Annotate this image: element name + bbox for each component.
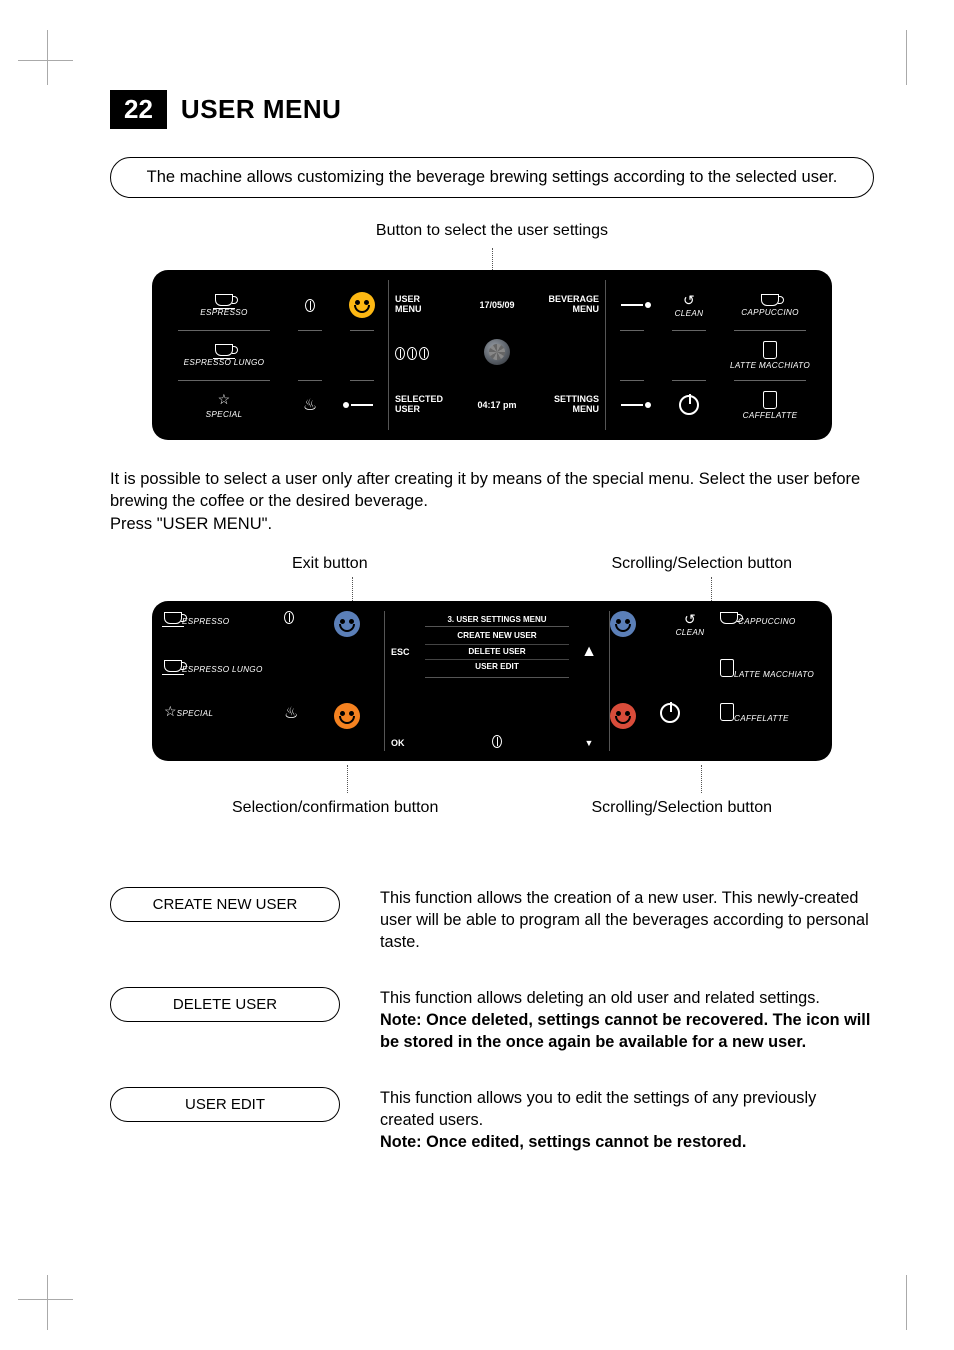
caption-scroll-bottom: Scrolling/Selection button [591,799,772,817]
option-delete-row: DELETE USER This function allows deletin… [110,987,874,1053]
option-delete-desc: This function allows deleting an old use… [380,987,874,1053]
nav-dot-icon [336,380,388,430]
caption-confirm: Selection/confirmation button [232,799,438,817]
btn-espresso-lungo[interactable]: ESPRESSO LUNGO [164,659,284,703]
beverage-menu-button[interactable]: BEVERAGE MENU [535,295,605,315]
power-button[interactable] [660,703,720,751]
btn-caffelatte[interactable]: CAFFELATTE [720,703,820,751]
screen2-wrap: Exit button Scrolling/Selection button E… [152,555,832,817]
menu-title: 3. USER SETTINGS MENU [385,611,609,626]
option-create-pill: CREATE NEW USER [110,887,340,922]
btn-latte-macchiato[interactable]: LATTE MACCHIATO [720,330,820,380]
menu-item-delete[interactable]: DELETE USER [425,644,569,660]
esc-button[interactable]: ESC [385,647,425,657]
ok-face-icon[interactable] [334,703,384,751]
arrow-down-icon[interactable]: ▼ [569,738,609,748]
page-title: USER MENU [167,90,356,129]
beans-icon [284,611,334,659]
clean-button[interactable]: CLEAN [658,280,720,330]
option-create-desc: This function allows the creation of a n… [380,887,874,953]
strength-indicator [389,347,459,363]
selected-user-button[interactable]: SELECTED USER [389,395,459,415]
hotwater-icon [284,380,336,430]
ok-button[interactable]: OK [385,738,425,748]
page-content: 22 USER MENU The machine allows customiz… [0,0,954,1247]
user-settings-menu: 3. USER SETTINGS MENU ESC CREATE NEW USE… [384,611,610,751]
menu-item-edit[interactable]: USER EDIT [425,659,569,675]
nav-dot-icon [606,380,658,430]
intro-callout: The machine allows customizing the bever… [110,157,874,198]
btn-espresso-lungo[interactable]: ESPRESSO LUNGO [164,330,284,380]
btn-latte-macchiato[interactable]: LATTE MACCHIATO [720,659,820,703]
hotwater-icon [284,703,334,751]
page-number: 22 [110,90,167,129]
option-create-row: CREATE NEW USER This function allows the… [110,887,874,953]
settings-menu-button[interactable]: SETTINGS MENU [535,395,605,415]
screen1-caption: Button to select the user settings [152,222,832,240]
scroll-face-icon[interactable] [610,703,660,751]
machine-display-1: ESPRESSO USER MENU 17/05/09 BEVERAGE MEN… [152,270,832,440]
heading-row: 22 USER MENU [110,90,874,129]
nav-dot-icon [606,280,658,330]
caption-scroll-top: Scrolling/Selection button [611,555,792,573]
machine-display-2: ESPRESSO 3. USER SETTINGS MENU ESC CREAT… [152,601,832,761]
date-text: 17/05/09 [459,300,535,310]
beans-icon [284,280,336,330]
btn-caffelatte[interactable]: CAFFELATTE [720,380,820,430]
btn-cappuccino[interactable]: CAPPUCCINO [720,280,820,330]
option-delete-pill: DELETE USER [110,987,340,1022]
btn-cappuccino[interactable]: CAPPUCCINO [720,611,820,659]
esc-face-icon[interactable] [334,611,384,659]
option-edit-desc: This function allows you to edit the set… [380,1087,874,1153]
btn-espresso[interactable]: ESPRESSO [164,611,284,659]
btn-espresso[interactable]: ESPRESSO [164,280,284,330]
scroll-face-icon[interactable] [610,611,660,659]
bean-footer-icon [425,735,569,751]
screen1-wrap: Button to select the user settings ESPRE… [152,222,832,440]
grinder-disc-icon [459,339,535,372]
clean-button[interactable]: CLEAN [660,611,720,659]
btn-special[interactable]: ☆SPECIAL [164,380,284,430]
leader-line [492,248,493,270]
user-menu-button[interactable]: USER MENU [389,295,459,315]
intro-text: The machine allows customizing the bever… [147,168,838,186]
btn-special[interactable]: ☆SPECIAL [164,703,284,751]
center-display: USER MENU 17/05/09 BEVERAGE MENU SELECTE… [388,280,606,430]
caption-exit: Exit button [292,555,368,573]
option-edit-pill: USER EDIT [110,1087,340,1122]
option-edit-row: USER EDIT This function allows you to ed… [110,1087,874,1153]
arrow-up-icon[interactable]: ▲ [569,643,609,661]
user-face-icon[interactable] [336,280,388,330]
body-para-1: It is possible to select a user only aft… [110,468,874,535]
power-button[interactable] [658,380,720,430]
menu-item-create[interactable]: CREATE NEW USER [425,629,569,644]
time-text: 04:17 pm [459,400,535,410]
